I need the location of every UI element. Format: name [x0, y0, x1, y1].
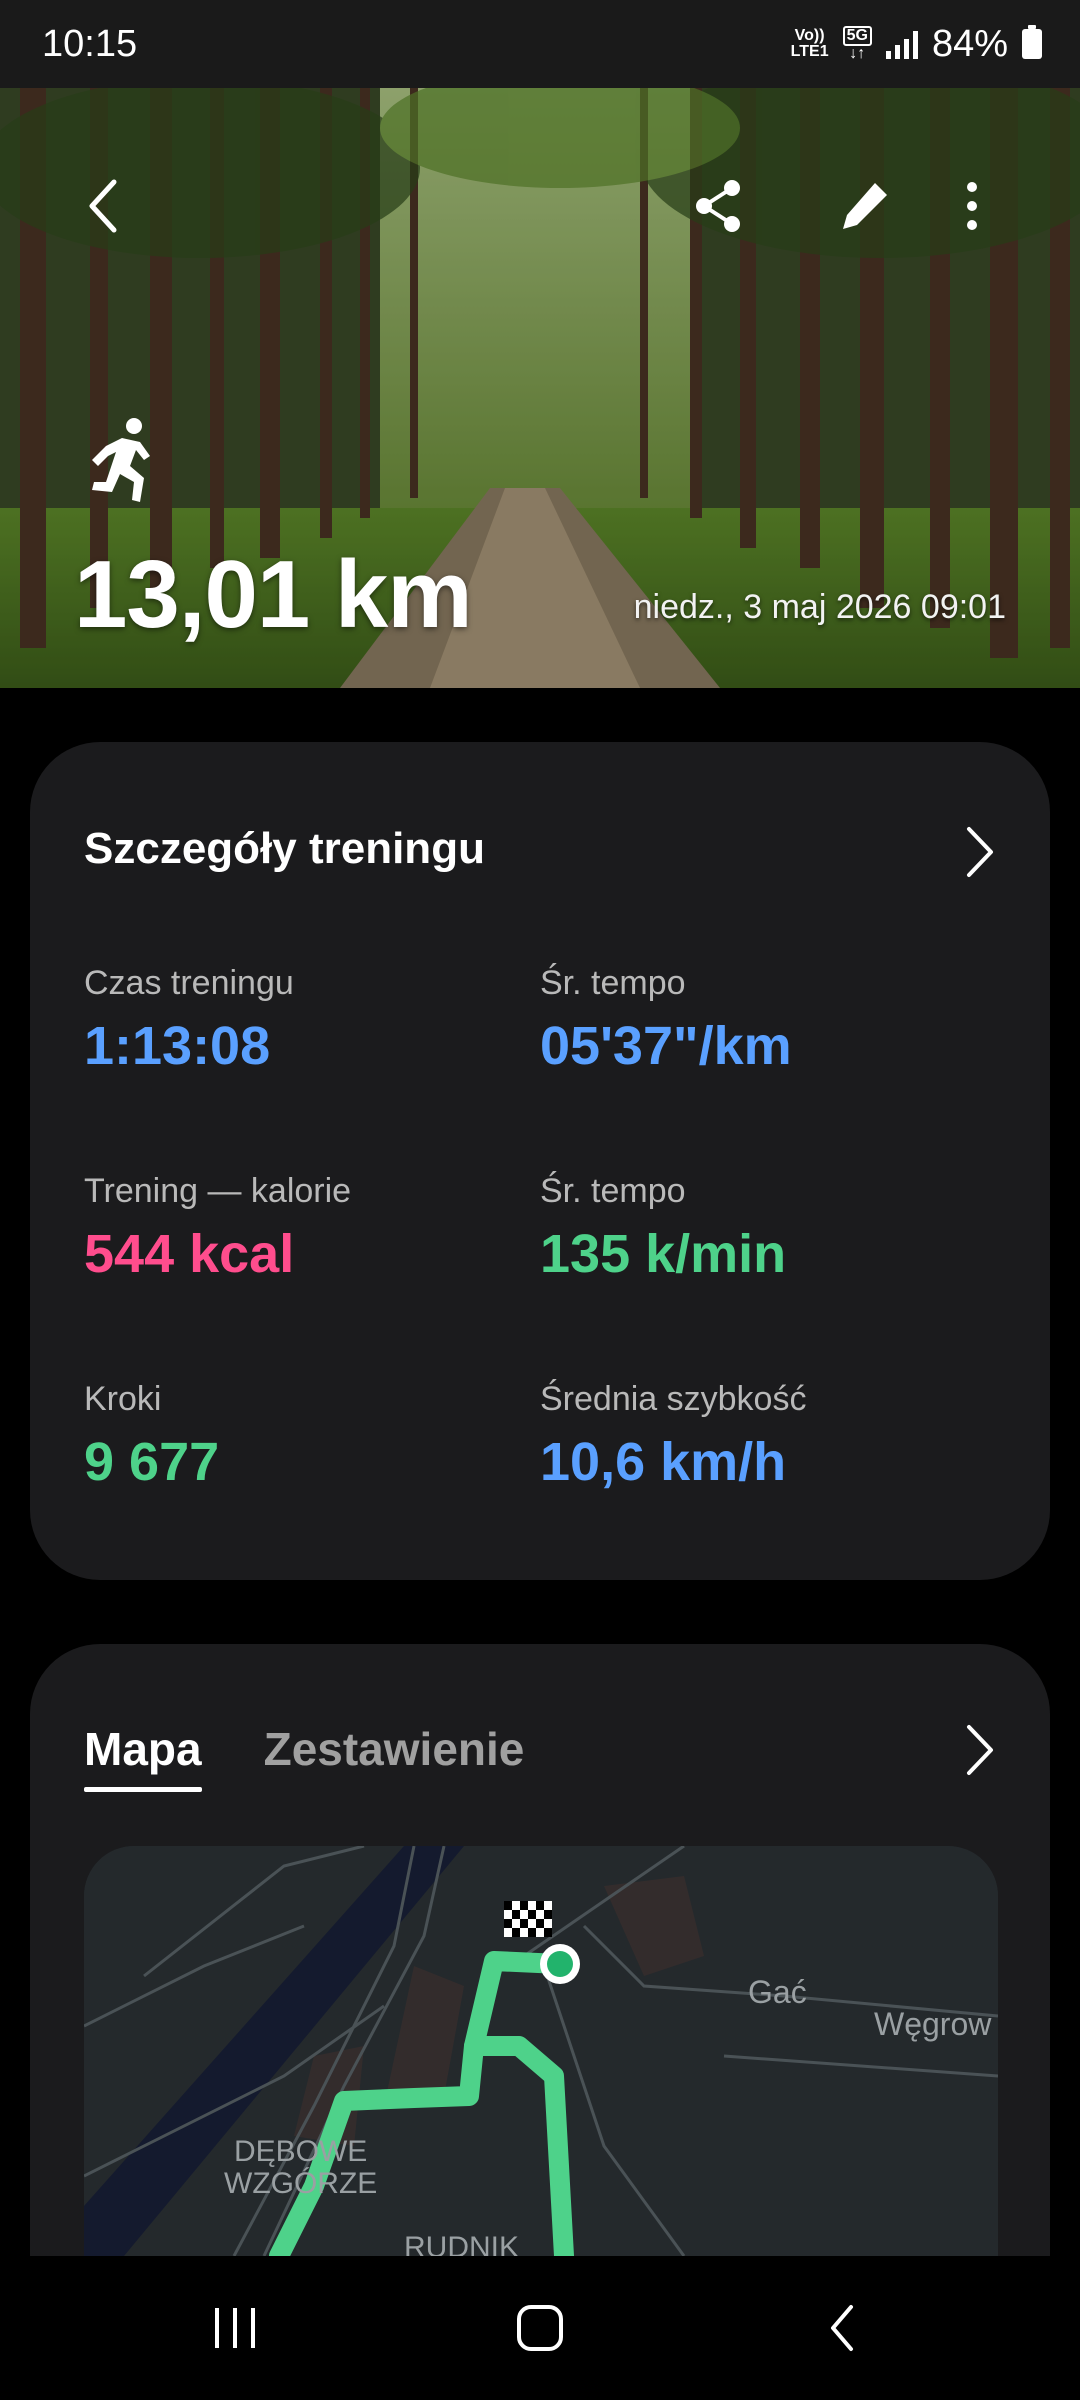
- workout-date: niedz., 3 maj 2026 09:01: [633, 588, 1006, 626]
- back-icon: [89, 179, 117, 233]
- map-label-rudnik: RUDNIK: [404, 2231, 520, 2257]
- metric-calories: Trening — kalorie 544 kcal: [84, 1172, 352, 1284]
- map-label-debowe-wzgorze: DĘBOWE WZGÓRZE: [224, 2135, 378, 2200]
- system-nav-bar: [0, 2256, 1080, 2400]
- more-options-button[interactable]: [932, 166, 1012, 246]
- chevron-right-icon: [967, 1725, 993, 1775]
- back-button[interactable]: [64, 166, 144, 246]
- battery-percent: 84%: [931, 22, 1008, 65]
- recent-apps-icon: [215, 2308, 255, 2348]
- status-time: 10:15: [42, 22, 138, 65]
- workout-hero-image: 13,01 km niedz., 3 maj 2026 09:01: [0, 88, 1080, 688]
- map-label-wegrow: Węgrow: [874, 2006, 992, 2042]
- status-icons: Vo)) LTE1 5G ↓↑ 84%: [791, 23, 1042, 66]
- details-open-button[interactable]: [950, 822, 1010, 882]
- map-canvas: [84, 1846, 998, 2256]
- map-card: Mapa Zestawienie Gać Węgrow DĘBOWE WZGÓR…: [30, 1644, 1050, 2344]
- chevron-right-icon: [967, 827, 993, 877]
- metric-steps: Kroki 9 677: [84, 1380, 220, 1492]
- map-tabs: Mapa Zestawienie: [84, 1722, 525, 1792]
- home-button[interactable]: [480, 2296, 600, 2360]
- recent-apps-button[interactable]: [176, 2296, 296, 2360]
- route-map[interactable]: Gać Węgrow DĘBOWE WZGÓRZE RUDNIK: [84, 1846, 998, 2256]
- share-icon: [696, 180, 740, 232]
- share-button[interactable]: [678, 166, 758, 246]
- back-nav-icon: [831, 2305, 853, 2351]
- home-icon: [517, 2305, 563, 2351]
- metric-avg-speed: Średnia szybkość 10,6 km/h: [540, 1380, 807, 1492]
- tab-summary[interactable]: Zestawienie: [264, 1722, 525, 1776]
- edit-button[interactable]: [824, 166, 904, 246]
- metric-cadence: Śr. tempo 135 k/min: [540, 1172, 787, 1284]
- battery-icon: [1022, 25, 1042, 59]
- back-nav-button[interactable]: [782, 2296, 902, 2360]
- running-icon: [92, 418, 150, 502]
- edit-icon: [843, 183, 887, 229]
- workout-details-card[interactable]: Szczegóły treningu Czas treningu 1:13:08…: [30, 742, 1050, 1580]
- metric-workout-time: Czas treningu 1:13:08: [84, 964, 294, 1076]
- 5g-icon: 5G ↓↑: [842, 26, 872, 62]
- metric-avg-pace: Śr. tempo 05'37"/km: [540, 964, 792, 1076]
- details-title: Szczegóły treningu: [84, 824, 485, 873]
- volte-icon: Vo)) LTE1: [790, 27, 829, 60]
- tab-map[interactable]: Mapa: [84, 1722, 202, 1792]
- workout-distance: 13,01 km: [74, 541, 473, 648]
- map-open-button[interactable]: [950, 1720, 1010, 1780]
- more-icon: [967, 182, 977, 230]
- signal-icon: [885, 29, 918, 59]
- status-bar: 10:15 Vo)) LTE1 5G ↓↑ 84%: [0, 0, 1080, 88]
- map-label-gac: Gać: [748, 1974, 807, 2010]
